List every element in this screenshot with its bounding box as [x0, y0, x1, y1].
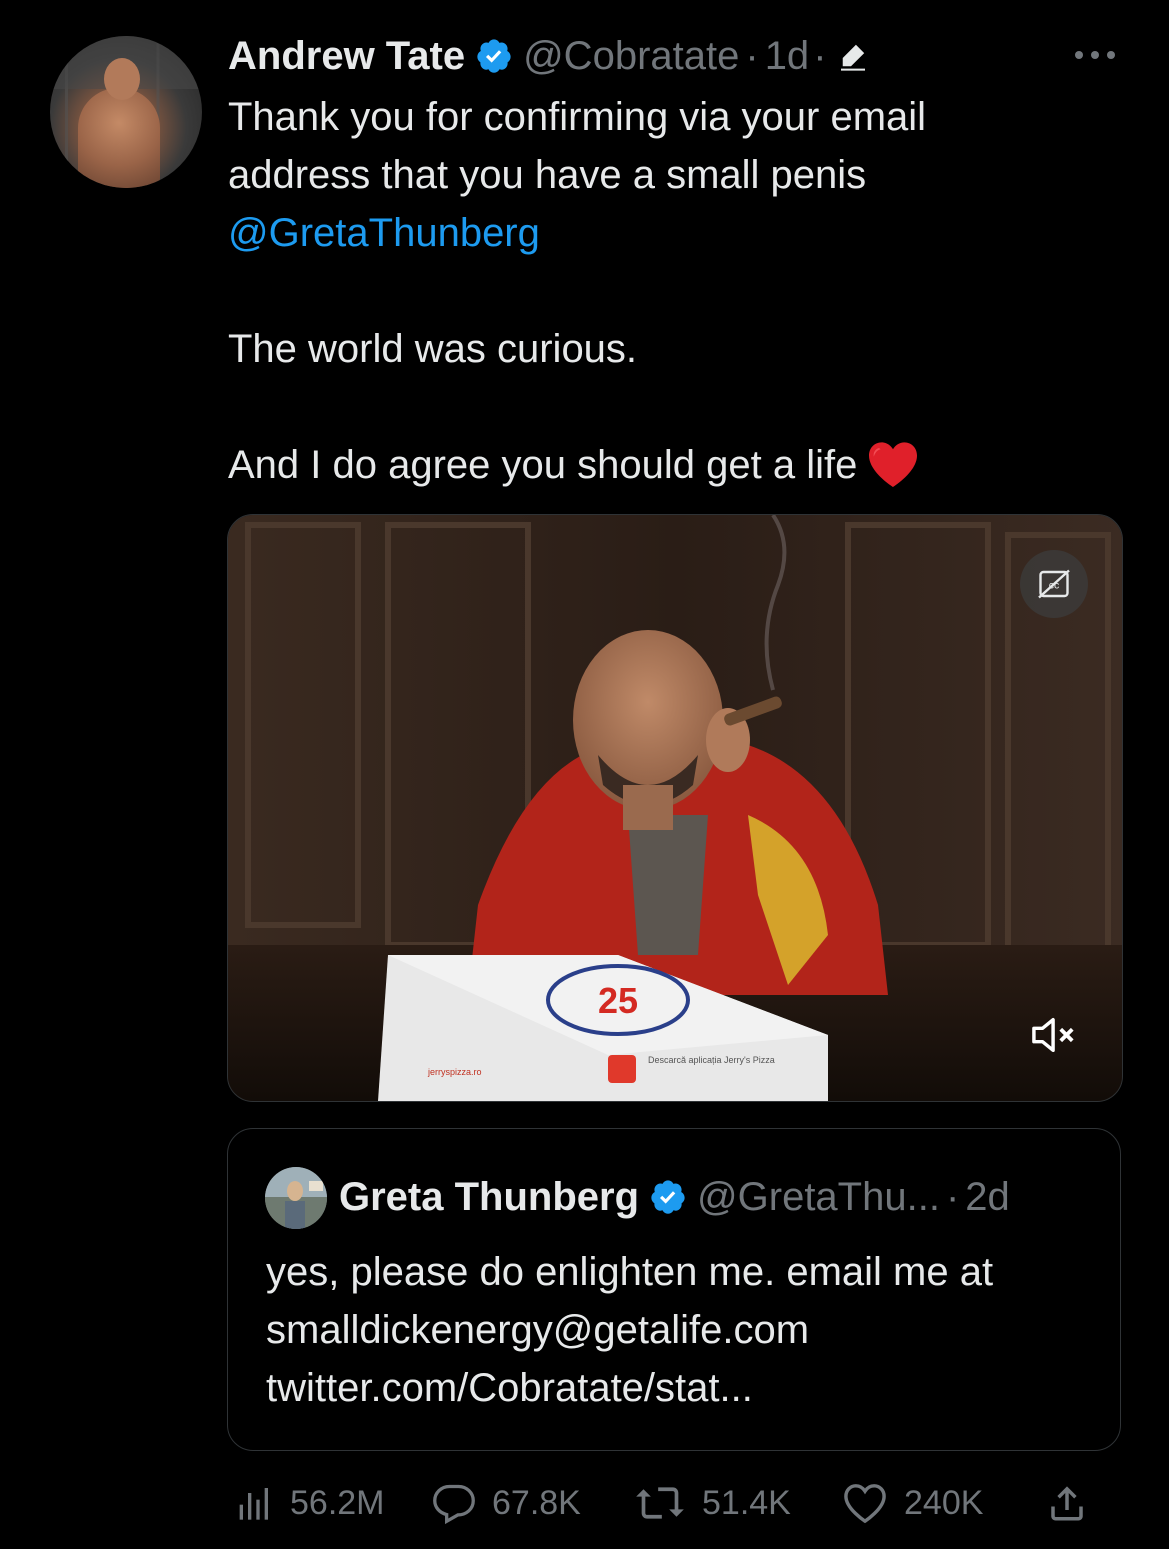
- tweet-text-line: And I do agree you should get a life: [228, 443, 858, 487]
- retweet-count: 51.4K: [702, 1483, 791, 1522]
- quoted-author-name[interactable]: Greta Thunberg: [339, 1175, 639, 1220]
- svg-text:25: 25: [598, 980, 638, 1021]
- tweet-video[interactable]: 25 Descarcă aplicația Jerry's Pizza jerr…: [227, 514, 1123, 1102]
- quoted-tweet-header: Greta Thunberg @GretaThu... · 2d: [339, 1171, 1010, 1223]
- tweet-timestamp[interactable]: 1d: [765, 34, 810, 79]
- tweet-header: Andrew Tate @Cobratate · 1d ·: [228, 30, 869, 82]
- like-button[interactable]: 240K: [842, 1478, 983, 1528]
- share-upload-icon: [1051, 1486, 1083, 1521]
- views-chart-icon: [239, 1488, 268, 1520]
- verified-badge-icon: [651, 1180, 685, 1214]
- edited-pencil-icon[interactable]: [837, 40, 869, 72]
- quoted-tweet-text: yes, please do enlighten me. email me at…: [266, 1243, 1106, 1417]
- separator-dot: ·: [945, 1174, 960, 1219]
- views-button[interactable]: 56.2M: [232, 1478, 385, 1528]
- views-count: 56.2M: [290, 1483, 385, 1522]
- like-count: 240K: [904, 1483, 984, 1522]
- author-avatar[interactable]: [50, 36, 202, 188]
- reply-count: 67.8K: [492, 1483, 581, 1522]
- mention-link[interactable]: @GretaThunberg: [228, 211, 540, 255]
- quoted-tweet[interactable]: Greta Thunberg @GretaThu... · 2d yes, pl…: [227, 1128, 1121, 1451]
- share-button[interactable]: [1046, 1478, 1104, 1528]
- quoted-text-line: yes, please do enlighten me. email me at: [266, 1250, 994, 1294]
- more-options-icon[interactable]: [1072, 48, 1118, 62]
- quoted-author-handle[interactable]: @GretaThu...: [697, 1175, 940, 1220]
- avatar-figure: [78, 88, 160, 188]
- retweet-icon: [636, 1487, 684, 1519]
- quoted-author-avatar[interactable]: [265, 1167, 327, 1229]
- tweet-text: Thank you for confirming via your email …: [228, 88, 1108, 494]
- reply-button[interactable]: 67.8K: [432, 1478, 581, 1528]
- video-frame: 25 Descarcă aplicația Jerry's Pizza jerr…: [228, 515, 1122, 1101]
- heart-outline-icon: [844, 1484, 886, 1524]
- pizza-box-text: Descarcă aplicația Jerry's Pizza: [648, 1055, 775, 1065]
- quoted-avatar-image: [265, 1167, 327, 1229]
- verified-badge-icon: [477, 39, 511, 73]
- reply-bubble-icon: [433, 1484, 475, 1525]
- avatar-head: [104, 58, 140, 100]
- closed-captions-off-icon: cc: [1038, 569, 1070, 599]
- author-handle[interactable]: @Cobratate: [523, 34, 739, 79]
- retweet-button[interactable]: 51.4K: [634, 1478, 791, 1528]
- tweet-actions-bar: 56.2M 67.8K 51.4K 240K: [228, 1478, 1098, 1528]
- closed-captions-button[interactable]: cc: [1020, 550, 1088, 618]
- separator-dot-2: ·: [813, 33, 827, 78]
- quoted-tweet-timestamp[interactable]: 2d: [965, 1175, 1010, 1220]
- tweet-text-line: The world was curious.: [228, 327, 638, 371]
- pizza-box-brand: jerryspizza.ro: [427, 1067, 482, 1077]
- speaker-muted-icon[interactable]: [1030, 1012, 1080, 1058]
- red-heart-emoji-icon: [869, 442, 918, 487]
- tweet-text-line: Thank you for confirming via your email: [228, 95, 927, 139]
- author-name[interactable]: Andrew Tate: [228, 34, 465, 79]
- quoted-link[interactable]: twitter.com/Cobratate/stat...: [266, 1359, 1106, 1417]
- separator-dot: ·: [745, 33, 759, 78]
- tweet-text-line: address that you have a small penis: [228, 153, 867, 197]
- quoted-text-line: smalldickenergy@getalife.com: [266, 1308, 810, 1352]
